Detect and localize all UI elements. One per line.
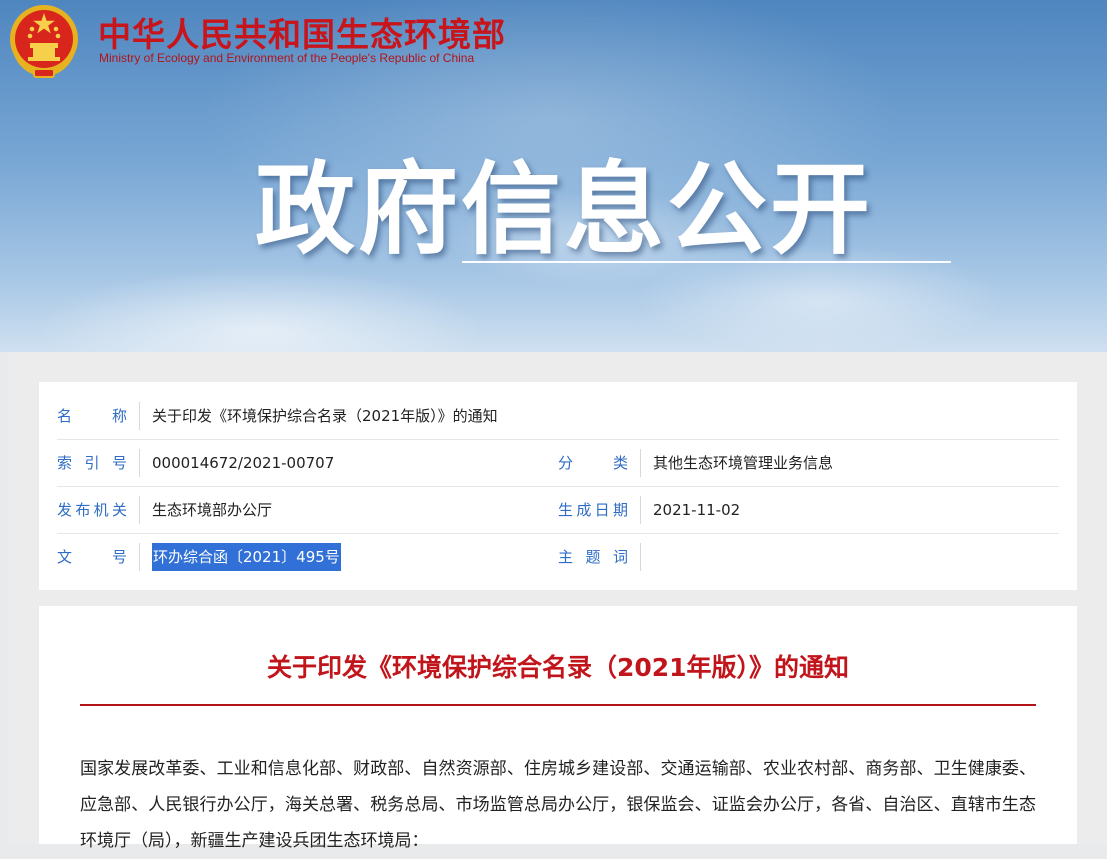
meta-cell-category: 分 类 其他生态环境管理业务信息: [558, 440, 1059, 486]
meta-cell-index: 索引号 000014672/2021-00707: [57, 440, 557, 486]
meta-value-docno-selected[interactable]: 环办综合函〔2021〕495号: [152, 543, 341, 571]
meta-label-docno: 文 号: [57, 543, 140, 571]
meta-row-name: 名 称 关于印发《环境保护综合名录（2021年版）》的通知: [57, 393, 1059, 440]
meta-cell-docno: 文 号 环办综合函〔2021〕495号: [57, 534, 557, 580]
site-name-en[interactable]: Ministry of Ecology and Environment of t…: [99, 51, 474, 65]
meta-row-docno: 文 号 环办综合函〔2021〕495号 主题词: [57, 534, 1059, 580]
article-body: 国家发展改革委、工业和信息化部、财政部、自然资源部、住房城乡建设部、交通运输部、…: [80, 759, 1036, 851]
header-banner: 中华人民共和国生态环境部 Ministry of Ecology and Env…: [0, 0, 1107, 352]
meta-label-name: 名 称: [57, 402, 140, 430]
meta-cell-keywords: 主题词: [558, 534, 1059, 580]
meta-label-category: 分 类: [558, 449, 641, 477]
meta-row-publisher: 发布机关 生态环境部办公厅 生成日期 2021-11-02: [57, 487, 1059, 534]
meta-cell-name: 名 称 关于印发《环境保护综合名录（2021年版）》的通知: [57, 393, 1059, 439]
article-panel: 关于印发《环境保护综合名录（2021年版）》的通知 国家发展改革委、工业和信息化…: [39, 606, 1077, 851]
meta-cell-date: 生成日期 2021-11-02: [558, 487, 1059, 533]
meta-cell-publisher: 发布机关 生态环境部办公厅: [57, 487, 557, 533]
meta-value-date: 2021-11-02: [653, 501, 741, 519]
meta-label-index: 索引号: [57, 449, 140, 477]
meta-label-keywords: 主题词: [558, 543, 641, 571]
meta-row-index: 索引号 000014672/2021-00707 分 类 其他生态环境管理业务信…: [57, 440, 1059, 487]
banner-title: 政府信息公开: [255, 151, 873, 268]
national-emblem-icon[interactable]: [8, 3, 80, 79]
meta-value-category: 其他生态环境管理业务信息: [653, 454, 834, 472]
banner-divider: [462, 261, 951, 263]
article-title: 关于印发《环境保护综合名录（2021年版）》的通知: [266, 653, 850, 682]
meta-value-name: 关于印发《环境保护综合名录（2021年版）》的通知: [152, 407, 498, 425]
meta-value-index: 000014672/2021-00707: [152, 454, 335, 472]
site-name-cn[interactable]: 中华人民共和国生态环境部: [98, 8, 506, 56]
document-metadata-table: 名 称 关于印发《环境保护综合名录（2021年版）》的通知 索引号 000014…: [39, 382, 1077, 590]
meta-label-date: 生成日期: [558, 496, 641, 524]
article-title-divider: [80, 704, 1036, 706]
meta-value-publisher: 生态环境部办公厅: [152, 501, 273, 519]
meta-label-publisher: 发布机关: [57, 496, 140, 524]
